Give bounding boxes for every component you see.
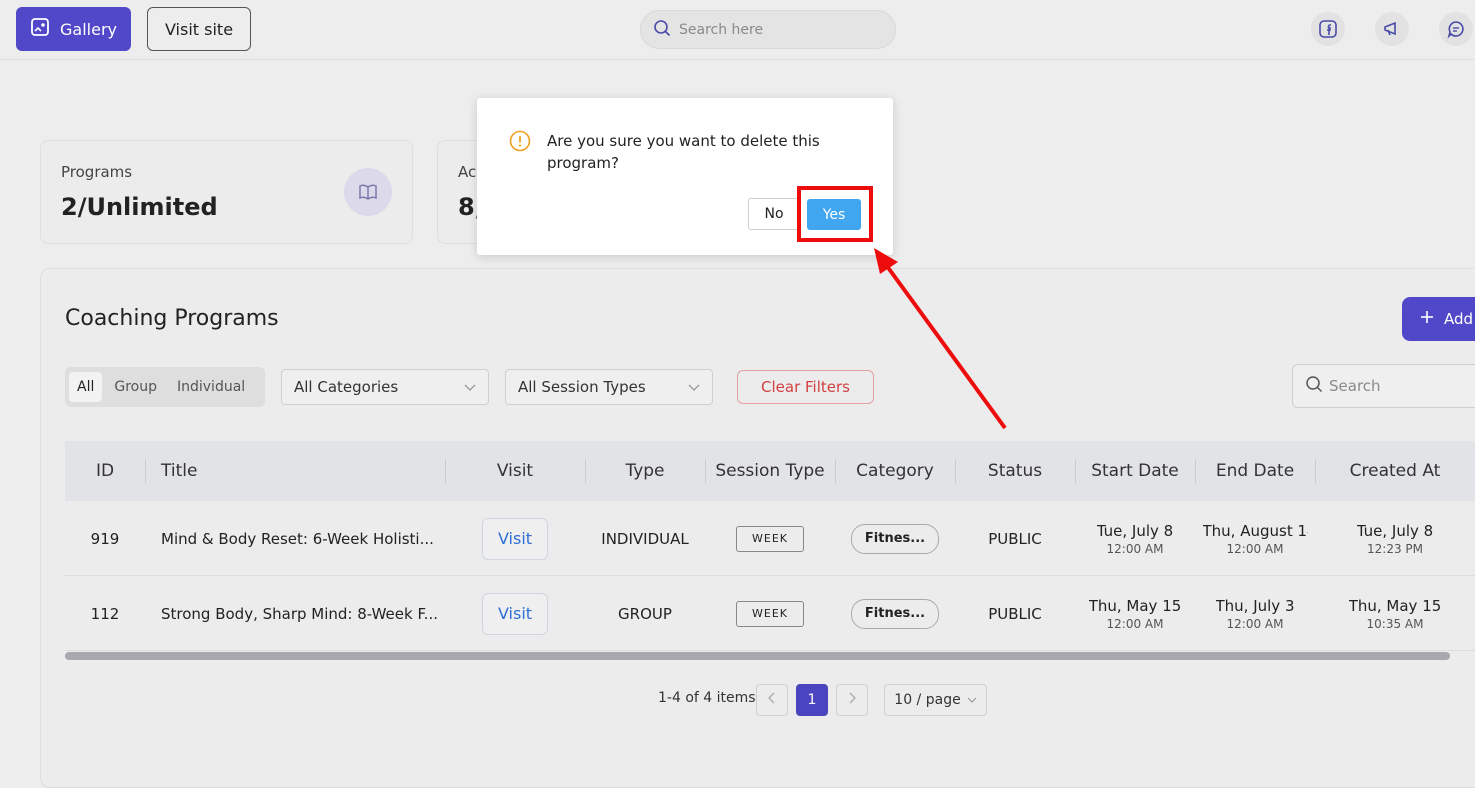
row-id: 112 [90, 604, 120, 623]
session-type-tag: WEEK [736, 600, 804, 627]
no-button[interactable]: No [748, 198, 800, 230]
warning-icon [509, 130, 531, 152]
clear-filters-button[interactable]: Clear Filters [737, 370, 874, 404]
column-header-session-type[interactable]: Session Type [705, 441, 835, 501]
column-header-title[interactable]: Title [145, 441, 445, 501]
page-size-value: 10 / page [894, 692, 961, 708]
row-start-date: Thu, May 15 12:00 AM [1075, 576, 1195, 651]
column-header-created-at[interactable]: Created At [1315, 441, 1475, 501]
page-size-select[interactable]: 10 / page [884, 684, 987, 716]
chevron-right-icon [848, 692, 856, 708]
session-type-select-value: All Session Types [518, 378, 646, 396]
row-created-at: Tue, July 8 12:23 PM [1315, 501, 1475, 576]
table-row: 112 Strong Body, Sharp Mind: 8-Week F...… [65, 576, 1475, 651]
chat-icon[interactable] [1439, 12, 1473, 46]
row-title: Mind & Body Reset: 6-Week Holisti... [161, 529, 434, 548]
gallery-button-label: Gallery [60, 19, 117, 39]
programs-stat-value: 2/Unlimited [61, 193, 218, 221]
table-horizontal-scrollbar[interactable] [65, 652, 1450, 660]
page-1-button[interactable]: 1 [796, 684, 828, 716]
type-segmented-control: All Group Individual [65, 367, 265, 407]
prev-page-button[interactable] [756, 684, 788, 716]
start-date-value: Thu, May 15 [1088, 596, 1182, 615]
active-stat-label: Ac [458, 163, 477, 181]
category-select[interactable]: All Categories [281, 369, 489, 405]
row-end-date: Thu, July 3 12:00 AM [1195, 576, 1315, 651]
chevron-down-icon [688, 378, 700, 396]
dialog-message: Are you sure you want to delete this pro… [547, 132, 820, 172]
search-icon [653, 19, 671, 41]
row-title: Strong Body, Sharp Mind: 8-Week F... [161, 604, 438, 623]
end-time-value: 12:00 AM [1226, 616, 1284, 631]
facebook-icon[interactable] [1311, 12, 1345, 46]
plus-icon [1420, 310, 1434, 328]
row-end-date: Thu, August 14 12:00 AM [1195, 501, 1315, 576]
row-id: 919 [90, 529, 120, 548]
end-time-value: 12:00 AM [1226, 541, 1284, 556]
column-header-type[interactable]: Type [585, 441, 705, 501]
programs-search-placeholder: Search [1329, 377, 1381, 395]
add-program-label: Add [1444, 310, 1474, 328]
row-visit-cell: Visit [445, 501, 585, 576]
pagination-summary: 1-4 of 4 items [658, 690, 756, 706]
row-type: INDIVIDUAL [601, 529, 689, 548]
session-type-select[interactable]: All Session Types [505, 369, 713, 405]
row-status: PUBLIC [988, 604, 1042, 623]
page-title: Coaching Programs [65, 306, 279, 331]
annotation-arrow-icon [874, 248, 1007, 430]
created-time-value: 12:23 PM [1367, 541, 1423, 556]
chevron-down-icon [464, 378, 476, 396]
start-time-value: 12:00 AM [1106, 616, 1164, 631]
visit-button[interactable]: Visit [482, 592, 548, 635]
column-header-visit[interactable]: Visit [445, 441, 585, 501]
add-program-button[interactable]: Add [1402, 297, 1475, 341]
segment-group[interactable]: Group [106, 372, 165, 402]
visit-site-button[interactable]: Visit site [147, 7, 251, 51]
category-tag: Fitnes... [851, 523, 939, 554]
gallery-icon [30, 17, 50, 41]
end-date-value: Thu, August 14 [1202, 521, 1308, 540]
created-date-value: Thu, May 15 [1348, 596, 1442, 615]
gallery-button[interactable]: Gallery [16, 7, 131, 51]
megaphone-icon[interactable] [1375, 12, 1409, 46]
column-header-end-date[interactable]: End Date [1195, 441, 1315, 501]
book-icon [344, 168, 392, 216]
table-row: 919 Mind & Body Reset: 6-Week Holisti...… [65, 501, 1475, 576]
segment-all[interactable]: All [69, 372, 103, 402]
row-session-type-cell: WEEK [705, 576, 835, 651]
next-page-button[interactable] [836, 684, 868, 716]
row-start-date: Tue, July 8 12:00 AM [1075, 501, 1195, 576]
row-category-cell: Fitnes... [835, 501, 955, 576]
created-date-value: Tue, July 8 [1356, 521, 1434, 540]
column-header-category[interactable]: Category [835, 441, 955, 501]
category-select-value: All Categories [294, 378, 399, 396]
chevron-down-icon [967, 692, 977, 708]
row-category-cell: Fitnes... [835, 576, 955, 651]
column-header-start-date[interactable]: Start Date [1075, 441, 1195, 501]
chevron-left-icon [768, 692, 776, 708]
column-header-status[interactable]: Status [955, 441, 1075, 501]
row-type: GROUP [618, 604, 672, 623]
row-created-at: Thu, May 15 10:35 AM [1315, 576, 1475, 651]
top-search-input[interactable]: Search here [640, 10, 896, 49]
session-type-tag: WEEK [736, 525, 804, 552]
created-time-value: 10:35 AM [1366, 616, 1424, 631]
row-session-type-cell: WEEK [705, 501, 835, 576]
programs-stat-label: Programs [61, 163, 133, 181]
start-date-value: Tue, July 8 [1096, 521, 1174, 540]
search-icon [1305, 375, 1323, 397]
category-tag: Fitnes... [851, 598, 939, 629]
segment-individual[interactable]: Individual [169, 372, 253, 402]
table-header: ID Title Visit Type Session Type Categor… [65, 441, 1475, 501]
programs-search-input[interactable]: Search [1292, 364, 1475, 408]
row-status: PUBLIC [988, 529, 1042, 548]
row-visit-cell: Visit [445, 576, 585, 651]
start-time-value: 12:00 AM [1106, 541, 1164, 556]
top-search-placeholder: Search here [679, 21, 764, 38]
end-date-value: Thu, July 3 [1215, 596, 1295, 615]
column-header-id[interactable]: ID [65, 441, 145, 501]
visit-button[interactable]: Visit [482, 517, 548, 560]
yes-button-highlight-box [797, 186, 873, 242]
